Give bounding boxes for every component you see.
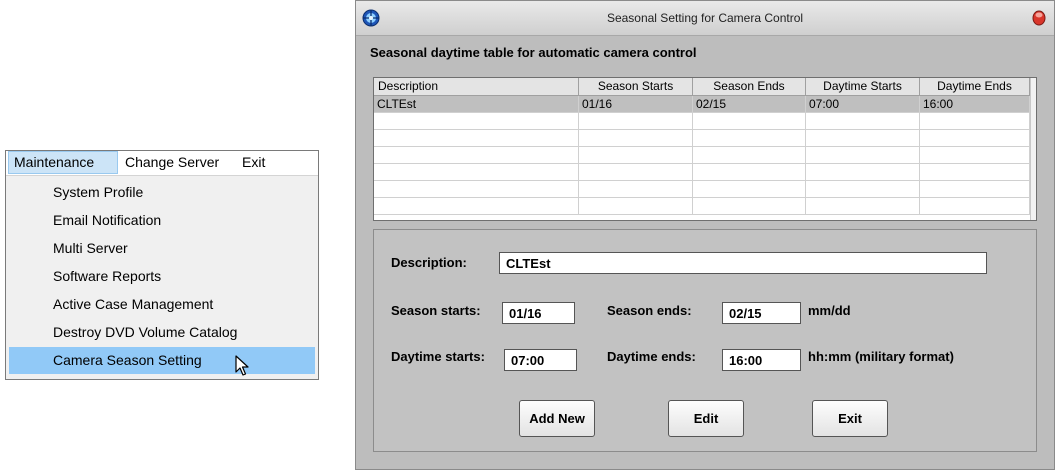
- add-new-button[interactable]: Add New: [519, 400, 595, 437]
- daytime-ends-field[interactable]: [722, 349, 801, 371]
- time-format-hint: hh:mm (military format): [808, 349, 954, 364]
- column-season-ends[interactable]: Season Ends: [693, 78, 806, 95]
- menu-item-email-notification[interactable]: Email Notification: [9, 207, 315, 234]
- empty-cell: [374, 130, 579, 146]
- table-row-empty[interactable]: [374, 164, 1036, 181]
- table-row-empty[interactable]: [374, 181, 1036, 198]
- empty-cell: [920, 198, 1030, 214]
- season-table[interactable]: Description Season Starts Season Ends Da…: [373, 77, 1037, 221]
- empty-cell: [806, 147, 920, 163]
- column-daytime-ends[interactable]: Daytime Ends: [920, 78, 1030, 95]
- empty-cell: [374, 147, 579, 163]
- empty-cell: [693, 113, 806, 129]
- table-scrollbar[interactable]: [1030, 78, 1036, 220]
- empty-cell: [920, 164, 1030, 180]
- empty-cell: [579, 164, 693, 180]
- table-header: Description Season Starts Season Ends Da…: [374, 78, 1036, 96]
- mouse-pointer-icon: [235, 355, 249, 376]
- titlebar[interactable]: Seasonal Setting for Camera Control: [356, 1, 1054, 36]
- date-format-hint: mm/dd: [808, 303, 851, 318]
- empty-cell: [579, 147, 693, 163]
- empty-cell: [806, 164, 920, 180]
- empty-cell: [693, 164, 806, 180]
- season-ends-field[interactable]: [722, 302, 801, 324]
- empty-cell: [806, 113, 920, 129]
- daytime-starts-field[interactable]: [504, 349, 577, 371]
- table-row-empty[interactable]: [374, 198, 1036, 215]
- menubar-maintenance[interactable]: Maintenance: [8, 151, 118, 174]
- table-row[interactable]: CLTEst 01/16 02/15 07:00 16:00: [374, 96, 1036, 113]
- empty-cell: [806, 198, 920, 214]
- table-row-empty[interactable]: [374, 130, 1036, 147]
- menu-item-software-reports[interactable]: Software Reports: [9, 263, 315, 290]
- season-ends-label: Season ends:: [607, 303, 692, 318]
- window-title: Seasonal Setting for Camera Control: [606, 11, 804, 25]
- season-starts-field[interactable]: [502, 302, 575, 324]
- empty-cell: [920, 113, 1030, 129]
- menu-item-active-case-management[interactable]: Active Case Management: [9, 291, 315, 318]
- column-description[interactable]: Description: [374, 78, 579, 95]
- cell-description: CLTEst: [374, 96, 579, 112]
- empty-cell: [920, 181, 1030, 197]
- menu-item-multi-server[interactable]: Multi Server: [9, 235, 315, 262]
- cell-season-ends: 02/15: [693, 96, 806, 112]
- cell-season-starts: 01/16: [579, 96, 693, 112]
- maintenance-dropdown: System Profile Email Notification Multi …: [6, 176, 318, 379]
- empty-cell: [693, 147, 806, 163]
- menu-item-label: Camera Season Setting: [53, 352, 202, 368]
- empty-cell: [374, 181, 579, 197]
- empty-cell: [579, 113, 693, 129]
- empty-cell: [579, 198, 693, 214]
- daytime-ends-label: Daytime ends:: [607, 349, 696, 364]
- menu-item-destroy-dvd-volume-catalog[interactable]: Destroy DVD Volume Catalog: [9, 319, 315, 346]
- empty-cell: [693, 198, 806, 214]
- season-starts-label: Season starts:: [391, 303, 481, 318]
- cell-daytime-starts: 07:00: [806, 96, 920, 112]
- table-row-empty[interactable]: [374, 147, 1036, 164]
- empty-cell: [579, 181, 693, 197]
- empty-cell: [806, 130, 920, 146]
- menubar-change-server[interactable]: Change Server: [120, 151, 236, 174]
- column-daytime-starts[interactable]: Daytime Starts: [806, 78, 920, 95]
- table-row-empty[interactable]: [374, 113, 1036, 130]
- empty-cell: [374, 164, 579, 180]
- empty-cell: [374, 113, 579, 129]
- close-icon[interactable]: [1032, 10, 1046, 26]
- menu-item-system-profile[interactable]: System Profile: [9, 179, 315, 206]
- empty-cell: [579, 130, 693, 146]
- description-label: Description:: [391, 255, 467, 270]
- edit-button[interactable]: Edit: [668, 400, 744, 437]
- menu-item-camera-season-setting[interactable]: Camera Season Setting: [9, 347, 315, 376]
- menubar-exit[interactable]: Exit: [237, 151, 277, 174]
- cell-daytime-ends: 16:00: [920, 96, 1030, 112]
- menu-panel: Maintenance Change Server Exit System Pr…: [5, 150, 319, 380]
- empty-cell: [374, 198, 579, 214]
- empty-cell: [920, 130, 1030, 146]
- column-season-starts[interactable]: Season Starts: [579, 78, 693, 95]
- empty-cell: [693, 130, 806, 146]
- edit-form-panel: Description: Season starts: Season ends:…: [373, 229, 1037, 452]
- season-setting-window: Seasonal Setting for Camera Control Seas…: [355, 0, 1055, 470]
- description-field[interactable]: [499, 252, 987, 274]
- empty-cell: [693, 181, 806, 197]
- empty-cell: [806, 181, 920, 197]
- window-heading: Seasonal daytime table for automatic cam…: [370, 45, 697, 60]
- daytime-starts-label: Daytime starts:: [391, 349, 485, 364]
- exit-button[interactable]: Exit: [812, 400, 888, 437]
- menubar: Maintenance Change Server Exit: [6, 151, 318, 176]
- empty-cell: [920, 147, 1030, 163]
